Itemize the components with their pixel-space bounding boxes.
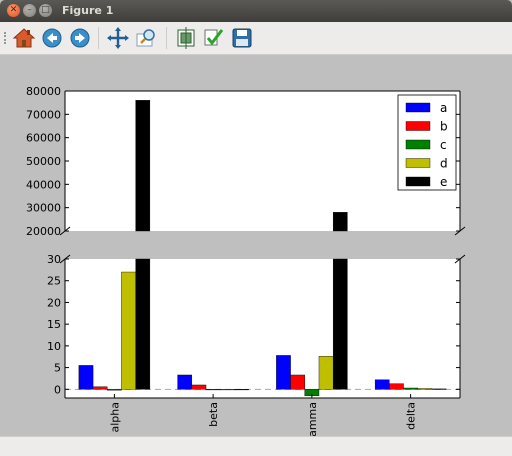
figure-window: ✕ – □ Figure 1 20000 30000 40000 50000 6… [0, 0, 512, 456]
legend-swatch-d [405, 158, 431, 168]
bar-d-alpha [121, 271, 136, 390]
bar-chart: 20000 30000 40000 50000 60000 70000 80000 0 5 10 1… [26, 85, 466, 436]
forward-button[interactable] [68, 26, 92, 50]
bar-b-beta [191, 384, 207, 390]
x-tick-label: alpha [108, 402, 121, 433]
forward-icon [70, 28, 90, 48]
save-icon [232, 28, 252, 48]
pan-button[interactable] [106, 26, 130, 50]
save-button[interactable] [230, 26, 254, 50]
bottom-y-tick-label: 20 [47, 296, 61, 309]
top-y-tick-label: 80000 [26, 85, 61, 98]
bar-d-delta [417, 388, 433, 390]
zoom-icon [136, 29, 155, 47]
legend-swatch-c [405, 139, 431, 150]
bar-d-beta [220, 389, 235, 391]
x-tick-label: delta [405, 402, 418, 430]
legend-label-b: b [440, 120, 448, 134]
subplots-button[interactable] [174, 26, 198, 50]
edit-icon [204, 29, 224, 46]
zoom-button[interactable] [134, 26, 158, 50]
top-y-tick-label: 30000 [26, 202, 61, 215]
bar-a-beta [177, 374, 193, 390]
top-y-tick-label: 50000 [26, 155, 61, 168]
bar-b-delta [389, 383, 404, 390]
bar-e-delta [431, 388, 447, 390]
legend-label-d: d [440, 157, 448, 171]
minimize-window-button[interactable]: – [23, 4, 36, 17]
pan-icon [107, 27, 129, 49]
bar-a-delta [374, 379, 390, 390]
bottom-y-tick-label: 5 [54, 362, 61, 375]
back-icon [42, 28, 62, 48]
bar-e-gamma-upper [332, 212, 348, 232]
legend-swatch-b [405, 121, 431, 131]
bar-e-beta [234, 389, 249, 391]
bar-e-alpha-upper [135, 100, 151, 232]
subplots-icon [177, 27, 195, 49]
bar-b-alpha [92, 386, 108, 390]
bottom-y-tick-label: 0 [54, 383, 61, 396]
top-y-tick-label: 20000 [26, 225, 61, 238]
top-y-tick-label: 60000 [26, 132, 61, 145]
bar-c-beta [205, 389, 221, 391]
bar-b-gamma [290, 374, 305, 390]
legend-label-c: c [440, 138, 447, 152]
bar-e-alpha [135, 258, 151, 390]
window-title: Figure 1 [62, 4, 114, 17]
toolbar-separator [98, 27, 99, 49]
top-y-tick-label: 40000 [26, 178, 61, 191]
toolbar-separator [166, 27, 167, 49]
home-icon [12, 28, 36, 48]
x-tick-label: gamma [306, 402, 319, 436]
legend-swatch-a [405, 102, 431, 113]
maximize-window-button[interactable]: □ [39, 4, 52, 17]
bottom-y-tick-label: 10 [47, 340, 61, 353]
bar-e-gamma [332, 258, 348, 390]
legend-label-e: e [440, 175, 447, 189]
bar-c-alpha [107, 389, 122, 391]
bar-a-alpha [78, 365, 94, 390]
bar-a-gamma [276, 355, 291, 390]
top-y-tick-label: 70000 [26, 108, 61, 121]
bar-d-gamma [318, 356, 334, 390]
navigation-toolbar [0, 22, 512, 55]
bar-c-delta [403, 387, 418, 390]
home-button[interactable] [12, 26, 36, 50]
status-bar [0, 436, 512, 456]
title-bar: ✕ – □ Figure 1 [0, 0, 512, 22]
edit-button[interactable] [202, 26, 226, 50]
back-button[interactable] [40, 26, 64, 50]
legend-label-a: a [440, 101, 447, 115]
close-window-button[interactable]: ✕ [7, 4, 20, 17]
legend-swatch-e [405, 176, 431, 187]
x-tick-label: beta [207, 402, 220, 427]
toolbar-grip [4, 32, 8, 44]
bottom-y-tick-label: 15 [47, 318, 61, 331]
bottom-y-tick-label: 30 [47, 253, 61, 266]
bottom-y-tick-label: 25 [47, 275, 61, 288]
